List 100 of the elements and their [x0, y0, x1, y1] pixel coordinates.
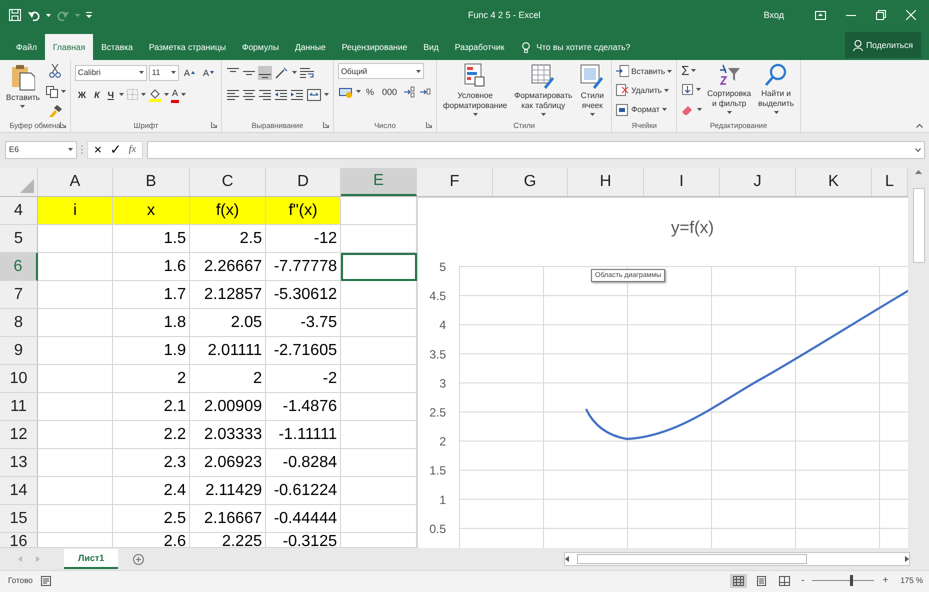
- caret-icon[interactable]: [590, 113, 595, 116]
- share-button[interactable]: Поделиться: [845, 32, 921, 58]
- row-header[interactable]: 5: [0, 225, 38, 253]
- caret-icon[interactable]: [292, 71, 297, 74]
- percent-button[interactable]: %: [362, 84, 377, 100]
- fill-down-icon[interactable]: [681, 83, 694, 96]
- row-header[interactable]: 16: [0, 533, 38, 548]
- caret-icon[interactable]: [138, 71, 144, 74]
- macro-record-icon[interactable]: [40, 576, 51, 586]
- caret-icon[interactable]: [180, 93, 186, 96]
- caret-icon[interactable]: [697, 108, 702, 112]
- scroll-left-icon[interactable]: [565, 556, 569, 562]
- editing-button[interactable]: Сортировка и фильтр: [705, 63, 754, 118]
- caret-icon[interactable]: [662, 108, 667, 112]
- font-name-dropdown[interactable]: Calibri: [74, 64, 147, 80]
- restore-icon[interactable]: [875, 9, 887, 21]
- zoom-out-button[interactable]: -: [801, 575, 804, 586]
- caret-icon[interactable]: [170, 71, 176, 74]
- caret-icon[interactable]: [140, 93, 146, 96]
- row-header[interactable]: 15: [0, 505, 38, 533]
- row-header[interactable]: 10: [0, 365, 38, 393]
- decrease-indent-icon[interactable]: [274, 88, 288, 102]
- enter-button[interactable]: ✓: [110, 142, 121, 157]
- row-header[interactable]: 6: [0, 253, 38, 281]
- row-header[interactable]: 9: [0, 337, 38, 365]
- column-header[interactable]: C: [190, 168, 266, 196]
- selected-cell[interactable]: [341, 253, 417, 281]
- cells-button[interactable]: Формат: [616, 102, 672, 118]
- name-box[interactable]: E6: [5, 140, 77, 158]
- drag-handle-icon[interactable]: [81, 145, 83, 154]
- caret-icon[interactable]: [60, 90, 66, 93]
- row-header[interactable]: 8: [0, 309, 38, 337]
- caret-icon[interactable]: [324, 93, 329, 96]
- grow-font-button[interactable]: A: [180, 64, 198, 80]
- column-header[interactable]: H: [568, 168, 644, 196]
- cancel-button[interactable]: ×: [94, 142, 102, 157]
- scroll-up-icon[interactable]: [915, 170, 922, 174]
- caret-icon[interactable]: [472, 113, 478, 116]
- styles-button[interactable]: Форматировать как таблицу: [512, 63, 574, 118]
- ribbon-tab[interactable]: Вставка: [93, 34, 141, 60]
- font-size-dropdown[interactable]: 11: [148, 64, 179, 80]
- caret-icon[interactable]: [774, 111, 779, 114]
- row-header[interactable]: 4: [0, 197, 38, 225]
- row-header[interactable]: 11: [0, 393, 38, 421]
- font-color-button[interactable]: A: [170, 86, 179, 102]
- thousands-button[interactable]: 000: [378, 84, 400, 100]
- dialog-launcher-icon[interactable]: [210, 122, 217, 128]
- cells-button[interactable]: Удалить: [616, 82, 672, 99]
- insert-function-button[interactable]: fx: [128, 144, 136, 155]
- fill-color-icon[interactable]: [148, 86, 162, 102]
- autosum-button[interactable]: Σ: [681, 63, 702, 78]
- dialog-launcher-icon[interactable]: [426, 122, 432, 128]
- ribbon-tab[interactable]: Данные: [286, 34, 334, 60]
- zoom-in-button[interactable]: +: [882, 575, 888, 586]
- caret-icon[interactable]: [68, 148, 73, 151]
- save-icon[interactable]: [8, 8, 22, 22]
- merge-cells-icon[interactable]: [306, 88, 322, 102]
- formula-input[interactable]: [147, 140, 925, 158]
- align-right-icon[interactable]: [258, 88, 272, 102]
- row-header[interactable]: 7: [0, 281, 38, 309]
- dialog-launcher-icon[interactable]: [60, 122, 66, 128]
- italic-button[interactable]: К: [91, 86, 103, 102]
- ribbon-tab[interactable]: Главная: [44, 34, 94, 60]
- column-header[interactable]: A: [38, 168, 113, 196]
- align-center-icon[interactable]: [242, 88, 256, 102]
- scrollbar-thumb[interactable]: [577, 554, 807, 564]
- column-header[interactable]: J: [720, 168, 796, 196]
- column-header[interactable]: I: [644, 168, 720, 196]
- increase-indent-icon[interactable]: [290, 88, 304, 102]
- sign-in-link[interactable]: Вход: [764, 10, 784, 20]
- row-header[interactable]: 14: [0, 477, 38, 505]
- increase-decimal-icon[interactable]: [402, 84, 416, 98]
- column-header[interactable]: G: [493, 168, 568, 196]
- collapse-ribbon-icon[interactable]: [916, 124, 923, 128]
- paste-button[interactable]: Вставить: [4, 63, 42, 118]
- tell-me-field[interactable]: Что вы хотите сделать?: [534, 41, 674, 53]
- expand-icon[interactable]: [915, 148, 921, 152]
- add-sheet-icon[interactable]: [132, 552, 146, 566]
- column-header[interactable]: K: [796, 168, 872, 196]
- caret-icon[interactable]: [691, 69, 696, 72]
- wrap-text-icon[interactable]: [298, 66, 315, 80]
- align-left-icon[interactable]: [226, 88, 240, 102]
- caret-icon[interactable]: [118, 93, 124, 96]
- ribbon-tab[interactable]: Разработчик: [446, 34, 512, 60]
- ribbon-display-icon[interactable]: [814, 10, 827, 20]
- caret-icon[interactable]: [726, 111, 732, 114]
- text-orientation-icon[interactable]: [274, 66, 290, 80]
- zoom-level[interactable]: 175 %: [900, 576, 923, 585]
- slider-thumb[interactable]: [850, 575, 853, 586]
- styles-button[interactable]: Стили ячеек: [577, 63, 608, 118]
- ribbon-tab[interactable]: Разметка страницы: [140, 34, 234, 60]
- caret-icon[interactable]: [46, 14, 51, 16]
- column-header[interactable]: B: [113, 168, 190, 196]
- row-header[interactable]: 12: [0, 421, 38, 449]
- scroll-right-icon[interactable]: [905, 556, 909, 562]
- caret-icon[interactable]: [667, 70, 672, 73]
- caret-icon[interactable]: [356, 90, 361, 93]
- caret-icon[interactable]: [696, 88, 702, 92]
- ribbon-tab[interactable]: Файл: [8, 34, 45, 60]
- align-bottom-icon[interactable]: [258, 66, 272, 80]
